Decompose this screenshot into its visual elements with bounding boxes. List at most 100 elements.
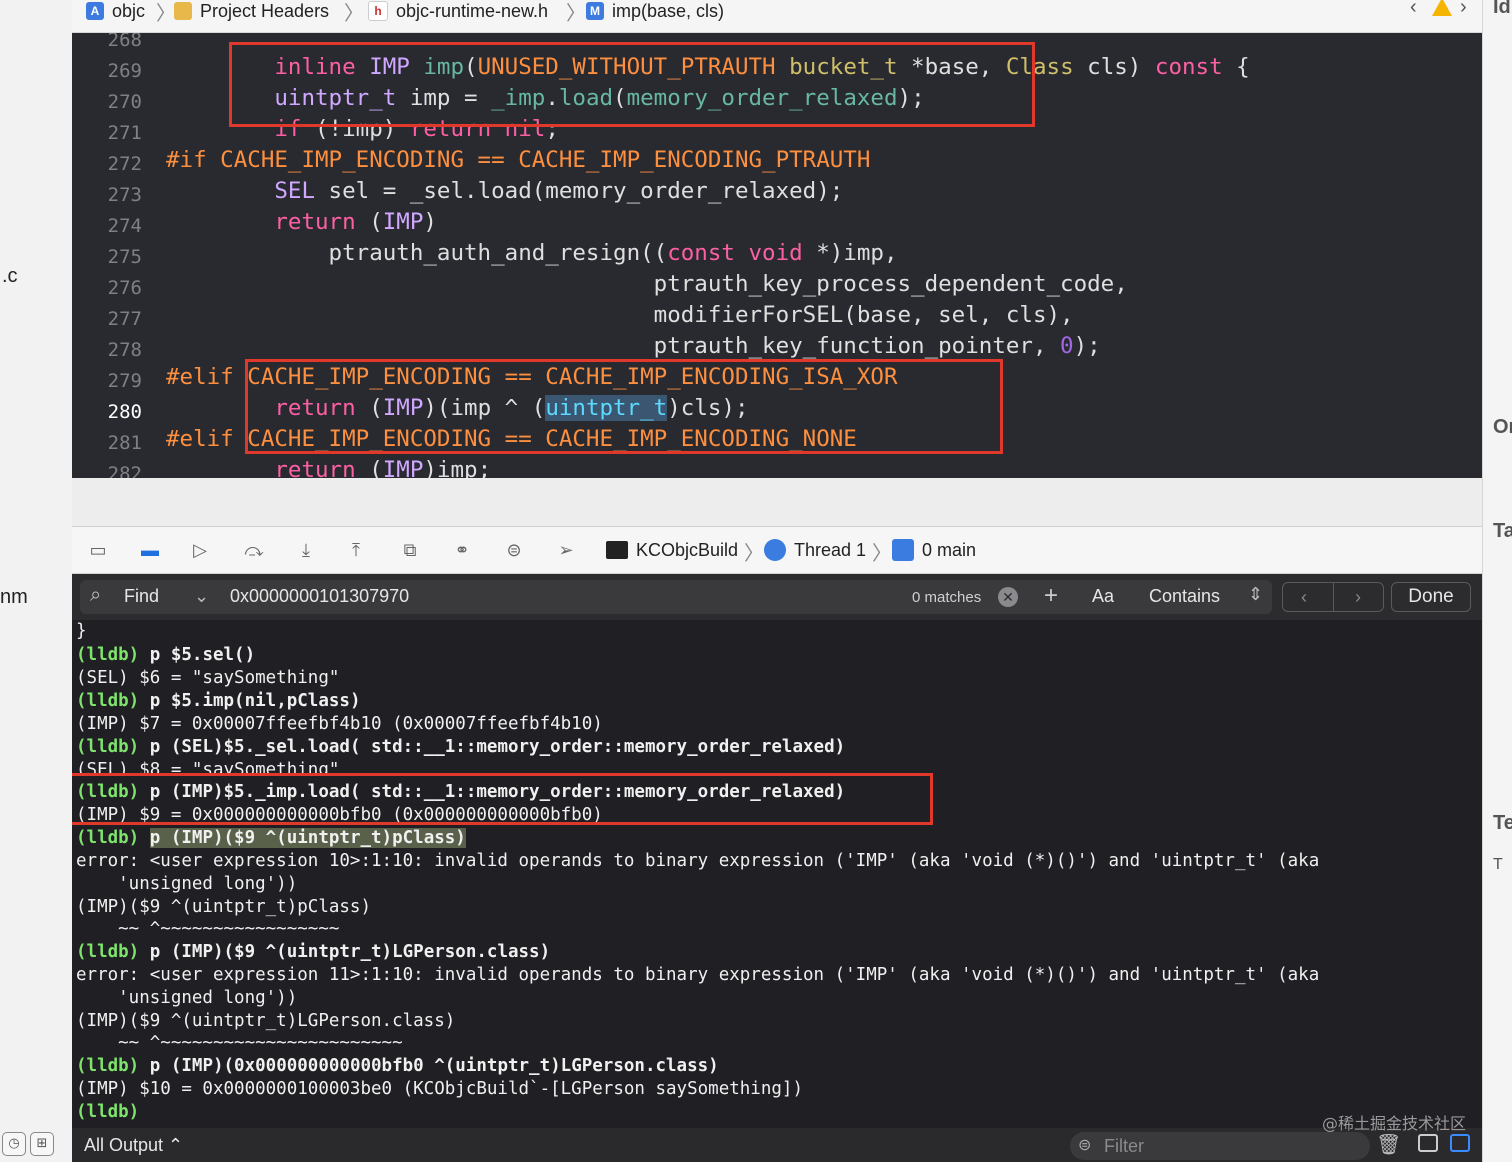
header-file-icon: h <box>368 1 388 21</box>
code-line: ptrauth_key_process_dependent_code, <box>166 271 1128 297</box>
done-button[interactable]: Done <box>1391 582 1471 612</box>
lldb-prompt: (lldb) <box>76 1102 140 1122</box>
sidebar-fragment: .c <box>2 265 18 287</box>
debug-console[interactable]: } (lldb) p $5.sel() (SEL) $6 = "saySomet… <box>72 620 1482 1128</box>
filter-icon: ⊜ <box>1078 1137 1092 1154</box>
find-input[interactable]: 0x0000000101307970 <box>230 586 409 607</box>
code-line: SEL sel = _sel.load(memory_order_relaxed… <box>274 178 844 204</box>
simulate-location-icon[interactable]: ➢ <box>554 538 578 562</box>
annotation-box <box>72 773 933 825</box>
show-variables-icon[interactable] <box>1418 1134 1438 1152</box>
memory-graph-icon[interactable]: ⚭ <box>450 538 474 562</box>
console-command: (lldb) p (IMP)(0x000000000000bfb0 ^(uint… <box>76 1055 719 1078</box>
output-filter-select[interactable]: All Output ⌃ <box>84 1135 183 1156</box>
line-number: 276 <box>107 277 142 299</box>
thread-icon <box>764 539 786 561</box>
add-pattern-icon[interactable]: + <box>1044 582 1058 610</box>
match-mode-select[interactable]: Contains <box>1149 586 1220 607</box>
lldb-prompt: (lldb) <box>76 737 140 757</box>
line-number: 268 <box>107 33 142 51</box>
line-number: 279 <box>107 370 142 392</box>
history-icon[interactable]: ◷ <box>2 1132 26 1156</box>
console-line: ~~ ^~~~~~~~~~~~~~~~~~ <box>76 919 340 939</box>
find-previous-icon[interactable]: ‹ <box>1301 583 1307 611</box>
code-line: return (IMP)imp; <box>274 457 492 478</box>
chevron-down-icon[interactable]: ⌄ <box>194 586 209 607</box>
editor-footer <box>72 478 1482 527</box>
inspector-fragment: Or <box>1493 416 1512 438</box>
code-line: return (IMP) <box>274 209 437 235</box>
step-into-icon[interactable]: ⤓ <box>294 538 318 562</box>
code-line: ptrauth_auth_and_resign((const void *)im… <box>166 240 898 266</box>
inspector-sidebar: Id Or Ta Te T <box>1482 0 1512 1162</box>
match-count: 0 matches <box>912 589 982 606</box>
debug-thread[interactable]: Thread 1 <box>764 538 866 562</box>
console-line: (IMP)($9 ^(uintptr_t)LGPerson.class) <box>76 1011 456 1031</box>
line-number: 274 <box>107 215 142 237</box>
step-out-icon[interactable]: ⤒ <box>344 538 368 562</box>
step-over-icon[interactable]: ⤼ <box>242 538 266 562</box>
command-text: p $5.imp(nil,pClass) <box>149 691 361 711</box>
console-line: (IMP)($9 ^(uintptr_t)pClass) <box>76 897 372 917</box>
annotation-box <box>229 42 1035 127</box>
terminal-icon <box>606 541 628 559</box>
find-next-icon[interactable]: › <box>1355 583 1361 611</box>
command-text: p (IMP)($9 ^(uintptr_t)pClass) <box>149 828 466 848</box>
line-number: 273 <box>107 184 142 206</box>
breadcrumb: A objc 〉 Project Headers 〉 h objc-runtim… <box>72 0 1482 33</box>
view-hierarchy-icon[interactable]: ⧉ <box>398 538 422 562</box>
breadcrumb-item-symbol[interactable]: M imp(base, cls) <box>586 0 724 25</box>
previous-issue-icon[interactable]: ‹ <box>1410 0 1417 19</box>
find-mode-select[interactable]: Find <box>124 586 159 607</box>
add-filter-icon[interactable]: ⊞ <box>30 1132 54 1156</box>
source-editor[interactable]: 268 269 270 271 272 273 274 275 276 277 … <box>72 33 1482 478</box>
inspector-fragment: Id <box>1493 0 1511 18</box>
user-frame-icon <box>892 539 914 561</box>
console-line: (SEL) $6 = "saySomething" <box>76 668 340 688</box>
lldb-prompt: (lldb) <box>76 1056 140 1076</box>
line-number: 270 <box>107 91 142 113</box>
continue-icon[interactable]: ▷ <box>188 538 212 562</box>
breadcrumb-item-group[interactable]: Project Headers <box>174 0 329 25</box>
breadcrumb-item-project[interactable]: A objc <box>86 0 145 25</box>
method-icon: M <box>586 2 604 20</box>
console-command: (lldb) p $5.imp(nil,pClass) <box>76 690 360 713</box>
sidebar-fragment: nm <box>0 586 28 608</box>
console-error: error: <user expression 11>:1:10: invali… <box>76 965 1320 985</box>
lldb-prompt: (lldb) <box>76 828 140 848</box>
filter-input[interactable]: Filter <box>1104 1136 1144 1157</box>
line-number: 275 <box>107 246 142 268</box>
frame-label: 0 main <box>922 539 977 560</box>
command-text: p $5.sel() <box>149 645 256 665</box>
inspector-fragment: Te <box>1493 812 1512 834</box>
debug-frame[interactable]: 0 main <box>892 538 976 562</box>
clear-search-icon[interactable]: ✕ <box>998 587 1018 607</box>
chevron-updown-icon[interactable]: ⇕ <box>1248 584 1263 605</box>
warning-icon[interactable] <box>1432 0 1452 16</box>
line-number: 282 <box>107 463 142 478</box>
command-text: p (SEL)$5._sel.load( std::__1::memory_or… <box>149 737 846 757</box>
divider <box>1333 583 1334 611</box>
show-console-icon[interactable] <box>1450 1134 1470 1152</box>
filter-field[interactable]: ⊜ Filter <box>1070 1132 1370 1160</box>
console-command: (lldb) p $5.sel() <box>76 644 255 667</box>
line-number: 272 <box>107 153 142 175</box>
folder-icon <box>174 2 192 20</box>
chevron-right-icon: 〉 <box>744 543 764 565</box>
line-number: 277 <box>107 308 142 330</box>
command-text: p (IMP)(0x000000000000bfb0 ^(uintptr_t)L… <box>149 1056 719 1076</box>
next-issue-icon[interactable]: › <box>1460 0 1467 19</box>
environment-overrides-icon[interactable]: ⊜ <box>502 538 526 562</box>
watermark: @稀土掘金技术社区 <box>1322 1114 1467 1133</box>
debug-target[interactable]: KCObjcBuild <box>606 538 738 562</box>
breadcrumb-item-file[interactable]: h objc-runtime-new.h <box>368 0 548 25</box>
current-line-number: 280 <box>107 401 142 423</box>
hide-debug-area-icon[interactable]: ▭ <box>86 538 110 562</box>
trash-icon[interactable]: 🗑 <box>1376 1132 1401 1157</box>
breakpoints-toggle-icon[interactable]: ▬ <box>138 538 162 562</box>
console-line: (IMP) $10 = 0x0000000100003be0 (KCObjcBu… <box>76 1079 803 1099</box>
chevron-right-icon: 〉 <box>156 3 176 25</box>
project-icon: A <box>86 2 104 20</box>
match-case-toggle[interactable]: Aa <box>1092 586 1114 607</box>
chevron-right-icon: 〉 <box>344 3 364 25</box>
